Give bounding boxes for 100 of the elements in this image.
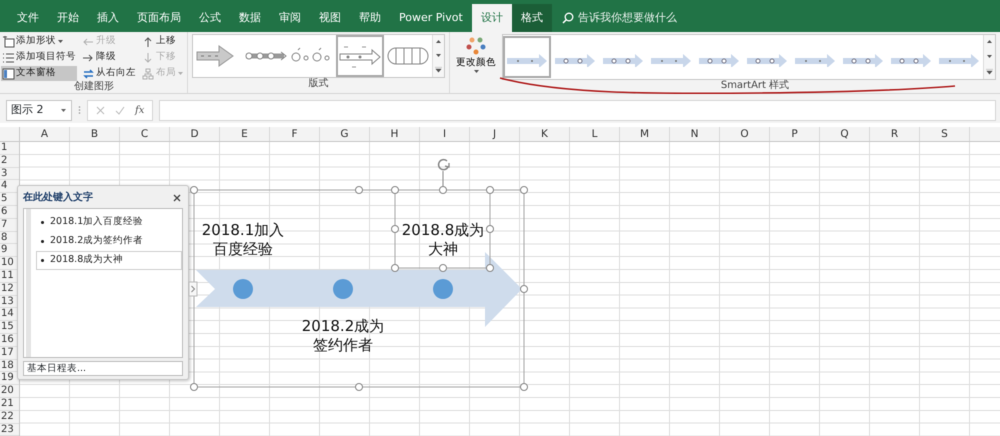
column-header[interactable]: F <box>270 127 320 141</box>
formula-input[interactable] <box>159 100 996 121</box>
ribbon-tab[interactable]: 文件 <box>8 4 48 32</box>
resize-handle[interactable] <box>486 264 494 272</box>
row-header[interactable]: 18 <box>1 360 14 372</box>
resize-handle[interactable] <box>520 383 528 391</box>
resize-handle[interactable] <box>439 186 447 194</box>
column-header[interactable]: L <box>570 127 620 141</box>
ribbon-tab[interactable]: 公式 <box>190 4 230 32</box>
layout-thumbnail[interactable] <box>336 35 384 77</box>
row-header[interactable]: 22 <box>1 410 14 424</box>
expand-tab-icon[interactable] <box>188 282 198 296</box>
bullet-item[interactable]: 2018.1加入百度经验 <box>36 213 182 232</box>
resize-handle[interactable] <box>355 383 363 391</box>
column-header[interactable]: P <box>770 127 820 141</box>
resize-handle[interactable] <box>391 186 399 194</box>
row-header[interactable]: 15 <box>1 321 14 334</box>
row-header[interactable]: 7 <box>1 218 8 232</box>
timeline-label[interactable]: 2018.2成为 签约作者 <box>302 317 384 354</box>
resize-handle[interactable] <box>486 225 494 233</box>
ribbon-tab[interactable]: 视图 <box>310 4 350 32</box>
ribbon-tab[interactable]: 插入 <box>88 4 128 32</box>
column-header[interactable]: R <box>870 127 920 141</box>
column-header[interactable]: G <box>320 127 370 141</box>
column-header[interactable]: O <box>720 127 770 141</box>
resize-handle[interactable] <box>520 186 528 194</box>
resize-handle[interactable] <box>439 264 447 272</box>
row-header[interactable]: 13 <box>1 296 14 308</box>
ribbon-button[interactable]: 添加项目符号 <box>1 50 77 65</box>
rotate-handle-icon[interactable] <box>438 158 450 170</box>
resize-handle[interactable] <box>520 285 528 293</box>
ribbon-button[interactable]: 上移 <box>141 34 185 49</box>
column-header[interactable]: Q <box>820 127 870 141</box>
ribbon-button[interactable]: 文本窗格 <box>1 66 77 81</box>
timeline-label[interactable]: 2018.1加入 百度经验 <box>202 221 284 258</box>
bullet-item[interactable]: 2018.2成为签约作者 <box>36 232 182 251</box>
resize-handle[interactable] <box>190 383 198 391</box>
search-field[interactable]: 告诉我你想要做什么 <box>552 4 677 32</box>
resize-handle[interactable] <box>391 264 399 272</box>
enter-icon[interactable] <box>115 106 125 115</box>
column-header[interactable]: A <box>20 127 70 141</box>
row-header[interactable]: 21 <box>1 398 14 411</box>
column-header[interactable]: I <box>420 127 470 141</box>
row-header[interactable]: 2 <box>1 154 8 168</box>
row-header[interactable]: 3 <box>1 168 8 180</box>
column-header[interactable]: M <box>620 127 670 141</box>
row-header[interactable]: 16 <box>1 334 14 347</box>
row-header[interactable]: 5 <box>1 193 8 206</box>
ribbon-tab[interactable]: 设计 <box>472 4 512 32</box>
timeline-label[interactable]: 2018.8成为 大神 <box>402 221 484 258</box>
ribbon-tab[interactable]: 审阅 <box>270 4 310 32</box>
row-header[interactable]: 17 <box>1 346 14 360</box>
column-header[interactable]: E <box>220 127 270 141</box>
name-box[interactable]: 图示 2 <box>6 100 72 121</box>
row-header[interactable]: 6 <box>1 206 8 219</box>
scroll-up-button[interactable] <box>984 35 995 50</box>
resize-handle[interactable] <box>486 186 494 194</box>
row-header[interactable]: 12 <box>1 282 14 296</box>
resize-handle[interactable] <box>355 186 363 194</box>
more-button[interactable] <box>433 63 444 77</box>
timeline-dot[interactable] <box>333 279 353 299</box>
change-colors-button[interactable]: 更改颜色 <box>454 34 498 80</box>
row-header[interactable]: 11 <box>1 270 14 283</box>
row-header[interactable]: 20 <box>1 385 14 398</box>
ribbon-button[interactable]: 从右向左 <box>81 66 137 81</box>
column-header[interactable]: K <box>520 127 570 141</box>
row-header[interactable]: 10 <box>1 257 14 270</box>
timeline-dot[interactable] <box>233 279 253 299</box>
bullet-item[interactable]: 2018.8成为大神 <box>36 251 182 270</box>
ribbon-button[interactable]: 添加形状 <box>1 34 77 49</box>
resize-handle[interactable] <box>190 186 198 194</box>
column-header[interactable]: S <box>920 127 970 141</box>
ribbon-button[interactable]: 降级 <box>81 50 137 65</box>
column-header[interactable]: B <box>70 127 120 141</box>
column-header[interactable]: J <box>470 127 520 141</box>
style-thumbnail[interactable] <box>503 36 551 78</box>
cancel-icon[interactable] <box>96 106 105 115</box>
row-header[interactable]: 4 <box>1 180 8 194</box>
scroll-up-button[interactable] <box>433 35 444 49</box>
diagram-frame[interactable] <box>194 190 524 388</box>
layout-name-link[interactable]: 基本日程表... <box>23 361 183 376</box>
resize-handle[interactable] <box>391 225 399 233</box>
timeline-dot[interactable] <box>433 279 453 299</box>
row-header[interactable]: 23 <box>1 424 14 436</box>
column-header[interactable]: C <box>120 127 170 141</box>
column-header[interactable]: D <box>170 127 220 141</box>
ribbon-tab[interactable]: 页面布局 <box>128 4 190 32</box>
ribbon-tab[interactable]: Power Pivot <box>390 4 472 32</box>
row-header[interactable]: 1 <box>1 142 8 155</box>
insert-function-button[interactable]: fx <box>135 103 144 118</box>
ribbon-tab[interactable]: 数据 <box>230 4 270 32</box>
more-button[interactable] <box>984 64 995 80</box>
row-header[interactable]: 8 <box>1 232 8 244</box>
row-header[interactable]: 14 <box>1 308 14 322</box>
ribbon-tab[interactable]: 帮助 <box>350 4 390 32</box>
ribbon-tab[interactable]: 格式 <box>512 4 552 32</box>
column-header[interactable]: N <box>670 127 720 141</box>
column-header[interactable]: H <box>370 127 420 141</box>
row-header[interactable]: 19 <box>1 372 14 386</box>
row-header[interactable]: 9 <box>1 244 8 258</box>
